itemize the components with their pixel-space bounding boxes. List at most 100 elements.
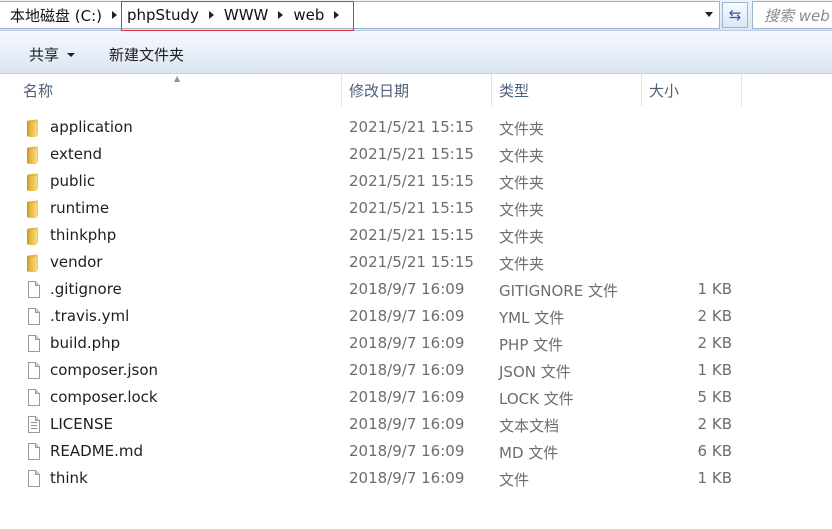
file-type: JSON 文件: [499, 363, 571, 381]
file-type: 文件夹: [499, 147, 545, 165]
list-item[interactable]: extend 2021/5/21 15:15 文件夹: [0, 142, 832, 169]
file-type: GITIGNORE 文件: [499, 282, 618, 300]
file-modified-date: 2018/9/7 16:09: [349, 415, 465, 433]
chevron-down-icon: [705, 11, 713, 17]
list-item[interactable]: vendor 2021/5/21 15:15 文件夹: [0, 250, 832, 277]
file-size: 6 KB: [697, 442, 732, 460]
file-modified-date: 2021/5/21 15:15: [349, 118, 474, 136]
folder-icon: [24, 227, 42, 245]
file-size: 5 KB: [697, 388, 732, 406]
file-size: 1 KB: [697, 280, 732, 298]
file-name: .gitignore: [50, 280, 122, 298]
search-input[interactable]: 搜索 web: [752, 1, 832, 29]
sort-ascending-icon: ▲: [174, 74, 181, 83]
file-modified-date: 2021/5/21 15:15: [349, 172, 474, 190]
breadcrumb-arrow-icon[interactable]: [112, 11, 117, 19]
address-bar: 本地磁盘 (C:) phpStudy WWW web ⇆ 搜索 web: [0, 0, 832, 31]
file-type: LOCK 文件: [499, 390, 574, 408]
file-size: 2 KB: [697, 334, 732, 352]
file-modified-date: 2021/5/21 15:15: [349, 226, 474, 244]
column-header-name[interactable]: 名称: [23, 80, 53, 101]
file-type: 文件夹: [499, 201, 545, 219]
file-icon: [24, 443, 42, 461]
refresh-icon: ⇆: [728, 6, 742, 24]
list-item[interactable]: README.md 2018/9/7 16:09 MD 文件 6 KB: [0, 439, 832, 466]
file-modified-date: 2018/9/7 16:09: [349, 280, 465, 298]
file-modified-date: 2018/9/7 16:09: [349, 334, 465, 352]
new-folder-label: 新建文件夹: [109, 46, 185, 64]
file-icon: [24, 362, 42, 380]
breadcrumb[interactable]: 本地磁盘 (C:) phpStudy WWW web: [0, 1, 720, 29]
file-size: 2 KB: [697, 415, 732, 433]
list-item[interactable]: composer.json 2018/9/7 16:09 JSON 文件 1 KB: [0, 358, 832, 385]
folder-icon: [24, 200, 42, 218]
file-type: 文件夹: [499, 174, 545, 192]
text-file-icon: [24, 416, 42, 434]
file-type: YML 文件: [499, 309, 565, 327]
new-folder-button[interactable]: 新建文件夹: [109, 44, 184, 65]
list-item[interactable]: .gitignore 2018/9/7 16:09 GITIGNORE 文件 1 KB: [0, 277, 832, 304]
file-modified-date: 2018/9/7 16:09: [349, 307, 465, 325]
column-header-size[interactable]: 大小: [649, 80, 679, 101]
file-icon: [24, 308, 42, 326]
file-type: 文本文档: [499, 417, 560, 435]
folder-icon: [24, 119, 42, 137]
column-header-modified[interactable]: 修改日期: [349, 80, 409, 101]
file-modified-date: 2018/9/7 16:09: [349, 388, 465, 406]
file-modified-date: 2018/9/7 16:09: [349, 469, 465, 487]
annotation-highlight-box: [121, 1, 354, 31]
file-size: 2 KB: [697, 307, 732, 325]
list-item[interactable]: build.php 2018/9/7 16:09 PHP 文件 2 KB: [0, 331, 832, 358]
column-divider[interactable]: [641, 74, 642, 106]
file-modified-date: 2021/5/21 15:15: [349, 145, 474, 163]
file-modified-date: 2018/9/7 16:09: [349, 442, 465, 460]
list-item[interactable]: LICENSE 2018/9/7 16:09 文本文档 2 KB: [0, 412, 832, 439]
file-type: PHP 文件: [499, 336, 564, 354]
chevron-down-icon: [67, 52, 76, 57]
file-name: public: [50, 172, 96, 190]
share-button[interactable]: 共享: [29, 44, 76, 65]
file-icon: [24, 470, 42, 488]
command-toolbar: 共享 新建文件夹: [0, 31, 832, 74]
share-label: 共享: [29, 46, 60, 64]
file-type: 文件夹: [499, 255, 545, 273]
file-modified-date: 2021/5/21 15:15: [349, 199, 474, 217]
column-divider[interactable]: [741, 74, 742, 106]
file-modified-date: 2021/5/21 15:15: [349, 253, 474, 271]
file-icon: [24, 389, 42, 407]
folder-icon: [24, 173, 42, 191]
file-icon: [24, 281, 42, 299]
file-name: runtime: [50, 199, 110, 217]
file-type: MD 文件: [499, 444, 559, 462]
column-divider[interactable]: [491, 74, 492, 106]
breadcrumb-drive[interactable]: 本地磁盘 (C:): [10, 5, 102, 26]
folder-icon: [24, 254, 42, 272]
file-name: composer.json: [50, 361, 159, 379]
column-divider[interactable]: [341, 74, 342, 106]
address-history-dropdown[interactable]: [702, 5, 716, 23]
list-item[interactable]: .travis.yml 2018/9/7 16:09 YML 文件 2 KB: [0, 304, 832, 331]
file-name: think: [50, 469, 88, 487]
file-type: 文件夹: [499, 120, 545, 138]
file-size: 1 KB: [697, 469, 732, 487]
list-item[interactable]: application 2021/5/21 15:15 文件夹: [0, 115, 832, 142]
column-headers: ▲ 名称 修改日期 类型 大小: [0, 74, 832, 106]
list-item[interactable]: public 2021/5/21 15:15 文件夹: [0, 169, 832, 196]
file-name: build.php: [50, 334, 121, 352]
file-name: thinkphp: [50, 226, 117, 244]
file-name: composer.lock: [50, 388, 158, 406]
file-size: 1 KB: [697, 361, 732, 379]
column-header-type[interactable]: 类型: [499, 80, 529, 101]
list-item[interactable]: runtime 2021/5/21 15:15 文件夹: [0, 196, 832, 223]
file-type: 文件: [499, 471, 530, 489]
file-type: 文件夹: [499, 228, 545, 246]
list-item[interactable]: composer.lock 2018/9/7 16:09 LOCK 文件 5 KB: [0, 385, 832, 412]
file-name: application: [50, 118, 133, 136]
folder-icon: [24, 146, 42, 164]
file-icon: [24, 335, 42, 353]
list-item[interactable]: thinkphp 2021/5/21 15:15 文件夹: [0, 223, 832, 250]
list-item[interactable]: think 2018/9/7 16:09 文件 1 KB: [0, 466, 832, 493]
refresh-button[interactable]: ⇆: [722, 2, 748, 28]
file-name: .travis.yml: [50, 307, 130, 325]
file-name: extend: [50, 145, 102, 163]
